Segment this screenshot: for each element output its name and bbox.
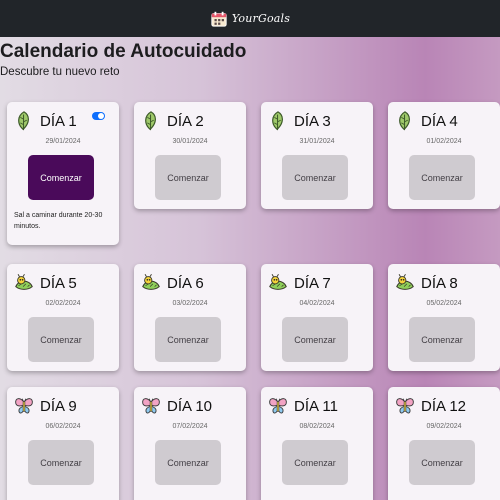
day-date: 06/02/2024 (45, 423, 81, 430)
card-header: DÍA 3 (267, 110, 331, 132)
leaf-icon (267, 110, 289, 132)
caterpillar-icon (267, 272, 289, 294)
start-button[interactable]: Comenzar (282, 155, 348, 200)
day-card: DÍA 1 29/01/2024 Comenzar Sal a caminar dur… (7, 102, 119, 245)
challenge-description: Sal a caminar durante 20-30 minutos. (14, 212, 103, 230)
card-header: DÍA 1 (13, 110, 77, 132)
start-button[interactable]: Comenzar (28, 155, 94, 200)
start-button[interactable]: Comenzar (28, 440, 94, 485)
day-title: DÍA 2 (167, 112, 204, 130)
start-button[interactable]: Comenzar (409, 440, 475, 485)
page-title: Calendario de Autocuidado (0, 41, 247, 62)
card-header: DÍA 5 (13, 272, 77, 294)
start-button[interactable]: Comenzar (155, 440, 221, 485)
calendar-icon (211, 11, 227, 27)
day-date: 02/02/2024 (45, 300, 81, 307)
navbar: YourGoals (0, 0, 500, 37)
card-header: DÍA 12 (394, 395, 466, 417)
day-card: DÍA 5 02/02/2024 Comenzar (7, 264, 119, 371)
card-header: DÍA 6 (140, 272, 204, 294)
day-title: DÍA 7 (294, 274, 331, 292)
caterpillar-icon (394, 272, 416, 294)
page-subtitle: Descubre tu nuevo reto (0, 66, 120, 78)
day-title: DÍA 12 (421, 397, 467, 415)
day-card: DÍA 12 09/02/2024 Comenzar (388, 387, 500, 500)
start-button[interactable]: Comenzar (282, 317, 348, 362)
start-button[interactable]: Comenzar (155, 155, 221, 200)
leaf-icon (140, 110, 162, 132)
day-card: DÍA 11 08/02/2024 Comenzar (261, 387, 373, 500)
butterfly-icon (394, 395, 416, 417)
day-card: DÍA 7 04/02/2024 Comenzar (261, 264, 373, 371)
card-header: DÍA 11 (267, 395, 338, 417)
completed-toggle[interactable] (92, 112, 105, 120)
day-title: DÍA 1 (40, 112, 77, 130)
day-card: DÍA 4 01/02/2024 Comenzar (388, 102, 500, 209)
day-date: 01/02/2024 (426, 138, 462, 145)
day-date: 29/01/2024 (45, 138, 81, 145)
day-card: DÍA 8 05/02/2024 Comenzar (388, 264, 500, 371)
day-card: DÍA 10 07/02/2024 Comenzar (134, 387, 246, 500)
day-card: DÍA 9 06/02/2024 Comenzar (7, 387, 119, 500)
day-date: 31/01/2024 (299, 138, 335, 145)
day-date: 04/02/2024 (299, 300, 335, 307)
day-date: 05/02/2024 (426, 300, 462, 307)
day-title: DÍA 10 (167, 397, 213, 415)
butterfly-icon (13, 395, 35, 417)
toggle-knob (98, 113, 104, 119)
day-title: DÍA 3 (294, 112, 331, 130)
day-card: DÍA 2 30/01/2024 Comenzar (134, 102, 246, 209)
day-date: 08/02/2024 (299, 423, 335, 430)
day-title: DÍA 8 (421, 274, 458, 292)
start-button[interactable]: Comenzar (155, 317, 221, 362)
leaf-icon (13, 110, 35, 132)
day-title: DÍA 4 (421, 112, 458, 130)
start-button[interactable]: Comenzar (409, 317, 475, 362)
caterpillar-icon (140, 272, 162, 294)
card-header: DÍA 7 (267, 272, 331, 294)
butterfly-icon (140, 395, 162, 417)
day-date: 07/02/2024 (172, 423, 208, 430)
card-header: DÍA 4 (394, 110, 458, 132)
day-title: DÍA 11 (294, 397, 338, 415)
start-button[interactable]: Comenzar (282, 440, 348, 485)
card-header: DÍA 2 (140, 110, 204, 132)
day-date: 09/02/2024 (426, 423, 462, 430)
card-header: DÍA 9 (13, 395, 77, 417)
day-title: DÍA 5 (40, 274, 77, 292)
leaf-icon (394, 110, 416, 132)
day-date: 30/01/2024 (172, 138, 208, 145)
day-date: 03/02/2024 (172, 300, 208, 307)
card-header: DÍA 10 (140, 395, 212, 417)
butterfly-icon (267, 395, 289, 417)
card-header: DÍA 8 (394, 272, 458, 294)
brand-name[interactable]: YourGoals (232, 12, 290, 25)
caterpillar-icon (13, 272, 35, 294)
start-button[interactable]: Comenzar (409, 155, 475, 200)
start-button[interactable]: Comenzar (28, 317, 94, 362)
day-title: DÍA 9 (40, 397, 77, 415)
day-title: DÍA 6 (167, 274, 204, 292)
day-card: DÍA 3 31/01/2024 Comenzar (261, 102, 373, 209)
day-card: DÍA 6 03/02/2024 Comenzar (134, 264, 246, 371)
